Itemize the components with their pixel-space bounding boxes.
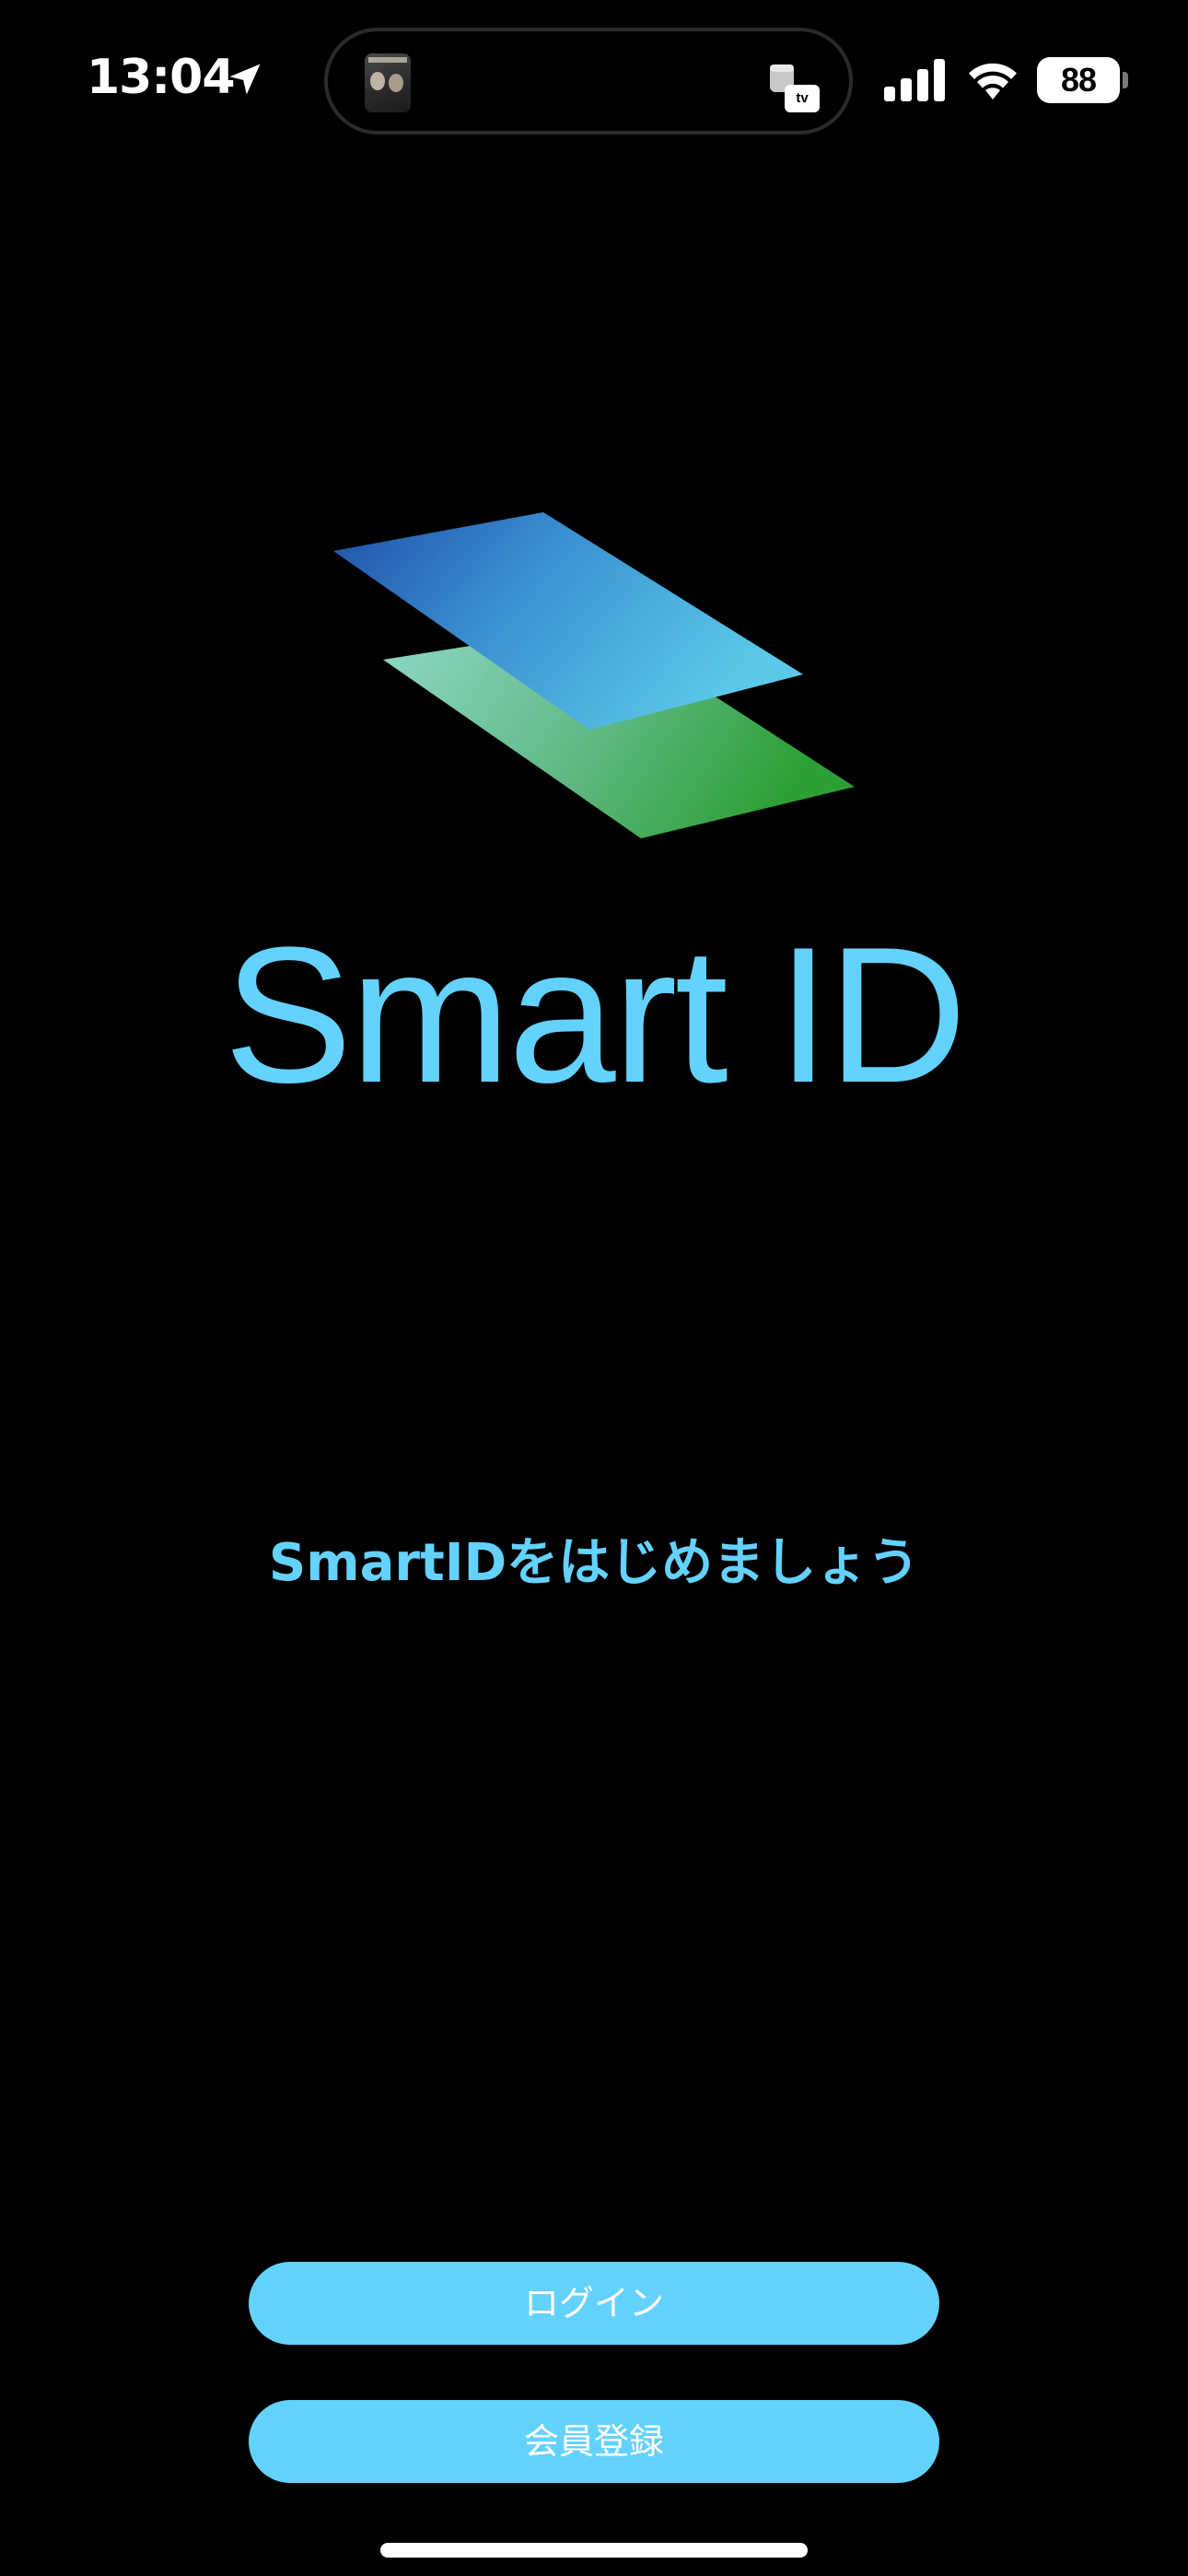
location-arrow-icon [229, 64, 261, 95]
smart-id-logo [333, 512, 855, 838]
home-indicator[interactable] [380, 2543, 808, 2558]
register-button[interactable]: 会員登録 [249, 2400, 939, 2483]
apple-tv-icon[interactable]: tv [766, 59, 820, 112]
wifi-icon [969, 63, 1017, 100]
status-bar: 13:04 tv 88 [0, 0, 1188, 157]
tv-app-badge: tv [785, 85, 820, 112]
battery-level: 88 [1037, 57, 1120, 103]
tagline: SmartIDをはじめましょう [268, 1533, 920, 1593]
login-button[interactable]: ログイン [249, 2262, 939, 2345]
dynamic-island[interactable]: tv [324, 28, 853, 135]
battery-icon: 88 [1037, 57, 1128, 103]
now-playing-artwork[interactable] [365, 53, 411, 112]
status-time: 13:04 [87, 50, 236, 105]
signal-bars-icon [884, 59, 945, 101]
app-wordmark: Smart ID [223, 907, 967, 1123]
